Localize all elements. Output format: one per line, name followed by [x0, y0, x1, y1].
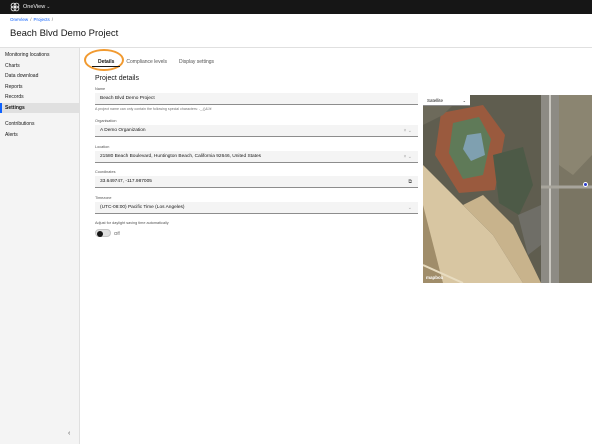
toggle-knob	[96, 230, 103, 237]
clear-chevron-icon[interactable]: × ⌄	[404, 151, 413, 163]
sidebar-item-contributions[interactable]: Contributions	[0, 119, 79, 130]
chevron-down-icon: ⌄	[462, 98, 466, 103]
copy-icon[interactable]: ⧉	[408, 176, 412, 188]
tab-bar: Details Compliance levels Display settin…	[92, 57, 220, 67]
map-view[interactable]: Satellite ⌄ mapbox	[423, 95, 592, 283]
dst-toggle-state: Off	[114, 230, 120, 236]
page-title: Beach Blvd Demo Project	[10, 28, 119, 39]
name-field-group: Name Beach Blvd Demo Project A project n…	[95, 87, 418, 111]
chevron-down-icon[interactable]: ⌄	[408, 202, 412, 214]
dst-label: Adjust for daylight saving time automati…	[95, 221, 169, 225]
sidebar-item-alerts[interactable]: Alerts	[0, 130, 79, 141]
coordinates-field-group: Coordinates 33.649747, -117.987005 ⧉	[95, 170, 418, 188]
breadcrumb-oneview[interactable]: OneView	[10, 17, 28, 22]
location-field-group: Location 21580 Beach Boulevard, Huntingt…	[95, 145, 418, 163]
dst-field-group: Adjust for daylight saving time automati…	[95, 221, 418, 227]
section-title: Project details	[95, 75, 139, 82]
top-bar: OneView ⌄	[0, 0, 592, 14]
sidebar: Monitoring locations Charts Data downloa…	[0, 48, 80, 444]
timezone-value: (UTC-08:00) Pacific Time (Los Angeles)	[100, 205, 185, 210]
name-helper-text: A project name can only contain the foll…	[95, 107, 212, 111]
app-switcher-label[interactable]: OneView	[23, 4, 45, 10]
location-value: 21580 Beach Boulevard, Huntington Beach,…	[100, 154, 262, 159]
main-content: Details Compliance levels Display settin…	[80, 48, 592, 444]
breadcrumb-separator: /	[30, 17, 32, 22]
sidebar-item-records[interactable]: Records	[0, 92, 79, 103]
breadcrumb-separator: /	[51, 17, 53, 22]
sidebar-item-monitoring-locations[interactable]: Monitoring locations	[0, 50, 79, 61]
timezone-select[interactable]: (UTC-08:00) Pacific Time (Los Angeles) ⌄	[95, 202, 418, 214]
location-select[interactable]: 21580 Beach Boulevard, Huntington Beach,…	[95, 151, 418, 163]
coordinates-value: 33.649747, -117.987005	[100, 179, 152, 184]
map-style-select[interactable]: Satellite ⌄	[423, 95, 470, 106]
chevron-down-icon[interactable]: ⌄	[46, 4, 50, 10]
organisation-select[interactable]: A Demo Organization × ⌄	[95, 125, 418, 137]
sidebar-item-charts[interactable]: Charts	[0, 61, 79, 72]
organisation-value: A Demo Organization	[100, 128, 146, 133]
tab-display-settings[interactable]: Display settings	[173, 57, 220, 67]
dst-toggle[interactable]	[95, 229, 111, 237]
clear-chevron-icon[interactable]: × ⌄	[404, 125, 413, 137]
location-marker-icon[interactable]	[583, 182, 588, 187]
sidebar-item-settings[interactable]: Settings	[0, 102, 79, 113]
name-input[interactable]: Beach Blvd Demo Project	[95, 93, 418, 105]
map-style-value: Satellite	[427, 98, 444, 103]
dst-toggle-row: Off	[95, 229, 120, 237]
collapse-sidebar-icon[interactable]: ‹	[68, 430, 70, 437]
timezone-field-group: Timezone (UTC-08:00) Pacific Time (Los A…	[95, 196, 418, 214]
tab-compliance-levels[interactable]: Compliance levels	[120, 57, 173, 67]
sidebar-nav: Monitoring locations Charts Data downloa…	[0, 48, 79, 140]
sidebar-item-reports[interactable]: Reports	[0, 82, 79, 93]
oneview-logo-icon[interactable]	[10, 2, 20, 12]
satellite-imagery	[423, 95, 592, 283]
tab-details[interactable]: Details	[92, 57, 121, 67]
mapbox-logo[interactable]: mapbox	[426, 275, 443, 280]
page-header: OneView / Projects / Beach Blvd Demo Projec…	[0, 14, 592, 48]
breadcrumb-projects[interactable]: Projects	[33, 17, 49, 22]
organisation-field-group: Organisation A Demo Organization × ⌄	[95, 119, 418, 137]
coordinates-input[interactable]: 33.649747, -117.987005 ⧉	[95, 176, 418, 188]
breadcrumb: OneView / Projects /	[10, 17, 55, 22]
sidebar-item-data-download[interactable]: Data download	[0, 71, 79, 82]
